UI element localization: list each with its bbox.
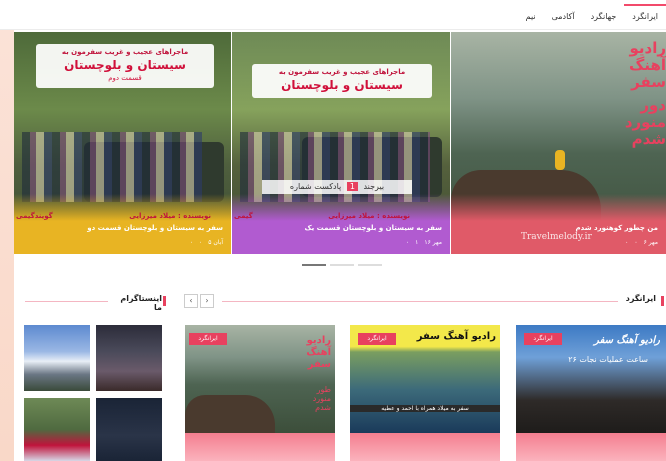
episode-number: 1 [346,182,358,191]
featured-slider: ماجراهای عجیب و غریب سفرمون به سیستان و … [14,32,666,254]
view-count: ۰ [625,239,629,246]
section-title-instagram: اینستاگرام ما [120,294,162,312]
left-decor-strip [0,30,14,461]
category-badge[interactable]: ایرانگرد [524,333,562,345]
insta-divider [25,301,108,302]
prev-arrow-button[interactable]: ‹ [184,294,198,308]
card-subtitle: طور منورد شدم [312,385,331,412]
date-label: ۱۶ مهر [424,239,442,246]
comment-count: ۰ [199,239,203,246]
section-accent-bar [661,296,664,306]
slide-banner: ماجراهای عجیب و غریب سفرمون به سیستان و … [36,44,214,88]
slider-dot-3[interactable] [358,264,382,266]
card-footer [516,433,666,461]
banner-title: رادیو آهنگ سفر [628,39,666,91]
date-label: ۵ آبان [208,239,223,246]
slide-edge-text: گیمی [234,212,253,220]
slide-sistan-part2[interactable]: ماجراهای عجیب و غریب سفرمون به سیستان و … [14,32,231,254]
nav-tabs: ایرانگرد جهانگرد آکادمی نیم [518,4,666,27]
comment-count: ۱ [415,239,419,246]
slide-caption[interactable]: من چطور کوهنورد شدم [457,224,658,232]
card-subtitle: سفر به میلاد همراه با احمد و عطیه [350,405,500,412]
episode-strip: بیرجند 1 پادکست شماره [262,180,412,194]
brand-name: بیرجند [363,182,385,191]
slide-sistan-part1[interactable]: ماجراهای عجیب و غریب سفرمون به سیستان و … [232,32,450,254]
post-card[interactable]: رادیو آهنگ سفر طور منورد شدم ایرانگرد [185,325,335,461]
top-navigation: ایرانگرد جهانگرد آکادمی نیم [0,0,666,30]
date-label: ۶ مهر [643,239,658,246]
people-group [22,132,202,202]
banner-block: رادیو آهنگ سفر دور منورد شدم [622,40,666,190]
banner-line2: سیستان و بلوچستان [64,58,186,72]
post-card[interactable]: رادیو آهنگ سفر سفر به میلاد همراه با احم… [350,325,500,461]
slide-meta: ۵ آبان ۰ ۰ [190,239,223,246]
card-title: رادیو آهنگ سفر [416,331,496,342]
banner-line2: سیستان و بلوچستان [281,78,403,92]
next-arrow-button[interactable]: › [200,294,214,308]
banner-line1: ماجراهای عجیب و غریب سفرمون به [278,68,406,76]
slide-caption[interactable]: سفر به سیستان و بلوچستان قسمت دو [20,224,223,232]
view-count: ۰ [189,239,194,246]
card-title: رادیو آهنگ سفر [594,335,660,346]
slider-dot-2[interactable] [330,264,354,266]
section-divider [222,301,618,302]
person-figure [555,150,565,170]
episode-label: پادکست شماره [289,182,342,191]
slider-dot-1[interactable] [302,264,326,266]
slide-mountaineer[interactable]: رادیو آهنگ سفر دور منورد شدم Travelmelod… [451,32,666,254]
instagram-photo[interactable] [24,398,90,461]
view-count: ۰ [405,239,410,246]
slide-meta: ۶ مهر ۰ ۰ [625,239,658,246]
card-rock [185,395,275,433]
category-badge[interactable]: ایرانگرد [358,333,396,345]
banner-line1: ماجراهای عجیب و غریب سفرمون به [61,48,189,56]
slide-author: نویسنده : میلاد میرزایی [129,212,211,220]
comment-count: ۰ [634,239,638,246]
instagram-photo[interactable] [96,325,162,391]
tab-iranegard[interactable]: ایرانگرد [624,4,666,27]
slider-dots [302,264,382,266]
watermark: Travelmelody.ir [521,232,592,242]
banner-subtitle: دور منورد شدم [624,96,666,148]
slide-meta: ۱۶ مهر ۱ ۰ [406,239,442,246]
category-badge[interactable]: ایرانگرد [189,333,227,345]
slide-author: نویسنده : میلاد میرزایی [328,212,410,220]
card-footer [350,433,500,461]
tab-academy[interactable]: آکادمی [544,4,583,27]
card-title: رادیو آهنگ سفر [306,335,331,370]
instagram-photo[interactable] [96,398,162,461]
slide-banner: ماجراهای عجیب و غریب سفرمون به سیستان و … [252,64,432,98]
instagram-photo[interactable] [24,325,90,391]
slide-edge-text: گویندگیمی [16,212,53,220]
banner-line3: قسمت دوم [108,74,142,82]
card-subtitle: ۲۶ ساعت عملیات نجات [568,355,648,364]
post-card[interactable]: رادیو آهنگ سفر ۲۶ ساعت عملیات نجات ایران… [516,325,666,461]
insta-accent-bar [163,296,166,306]
slide-caption[interactable]: سفر به سیستان و بلوچستان قسمت یک [238,224,442,232]
tab-jahangard[interactable]: جهانگرد [583,4,625,27]
card-footer [185,433,335,461]
section-title-iranegard: ایرانگرد [625,294,656,303]
tab-nim[interactable]: نیم [518,4,544,27]
